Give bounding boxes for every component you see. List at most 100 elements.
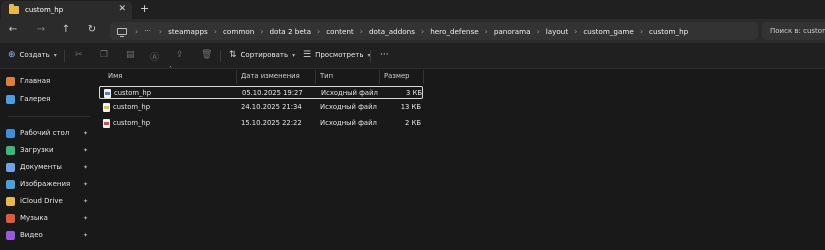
file-name: custom_hp bbox=[113, 119, 151, 127]
tab-custom-hp[interactable]: custom_hp ✕ bbox=[1, 1, 132, 19]
sort-label: Сортировать bbox=[240, 51, 289, 59]
close-icon[interactable]: ✕ bbox=[118, 4, 126, 14]
new-tab-button[interactable]: + bbox=[140, 2, 149, 15]
images-icon bbox=[6, 179, 15, 189]
breadcrumb-item[interactable]: custom_game bbox=[583, 27, 633, 36]
sidebar-item[interactable]: iCloud Drive ✦ bbox=[6, 194, 92, 208]
desktop-icon bbox=[6, 128, 15, 138]
sidebar-item-label: Галерея bbox=[20, 95, 51, 103]
sidebar-item[interactable]: Загрузки ✦ bbox=[6, 143, 92, 157]
file-name: custom_hp bbox=[113, 103, 151, 111]
breadcrumb-item[interactable]: common bbox=[223, 27, 254, 36]
music-icon bbox=[6, 213, 15, 223]
column-header-type[interactable]: Тип bbox=[320, 70, 333, 82]
more-crumbs-button[interactable]: ··· bbox=[144, 27, 151, 35]
toolbar-divider bbox=[64, 50, 65, 62]
sidebar-item-label: Изображения bbox=[20, 180, 71, 188]
cut-icon[interactable]: ✂ bbox=[75, 50, 83, 60]
breadcrumb-item[interactable]: hero_defense bbox=[430, 27, 478, 36]
sort-button[interactable]: ⇅ Сортировать ▾ bbox=[229, 50, 295, 60]
folder-icon bbox=[9, 4, 19, 14]
refresh-button[interactable]: ↻ bbox=[85, 24, 99, 35]
sidebar-item[interactable]: Рабочий стол ✦ bbox=[6, 126, 92, 140]
file-size: 2 КБ bbox=[405, 119, 421, 127]
column-divider[interactable] bbox=[315, 70, 316, 84]
share-icon[interactable]: ⇪ bbox=[176, 50, 184, 60]
column-header-modified[interactable]: Дата изменения bbox=[241, 70, 300, 82]
search-input[interactable]: Поиск в: custom_hp bbox=[762, 22, 825, 40]
column-header-name[interactable]: Имя bbox=[108, 70, 122, 82]
view-button[interactable]: ☰ Просмотреть ▾ bbox=[303, 50, 371, 60]
breadcrumb-item[interactable]: steamapps bbox=[168, 27, 208, 36]
address-bar[interactable]: › ··· › steamapps › common › dota 2 beta › con… bbox=[110, 22, 758, 40]
computer-icon bbox=[117, 27, 127, 37]
file-row[interactable]: custom_hp 15.10.2025 22:22 Исходный файл .… bbox=[99, 117, 423, 130]
chevron-right-icon: › bbox=[484, 26, 488, 36]
sidebar-item-label: Видео bbox=[20, 231, 43, 239]
breadcrumb-item[interactable]: content bbox=[326, 27, 354, 36]
column-divider[interactable] bbox=[379, 70, 380, 84]
chevron-right-icon: › bbox=[536, 26, 540, 36]
file-row[interactable]: custom_hp 24.10.2025 21:34 Исходный файл J… bbox=[99, 101, 423, 114]
video-icon bbox=[6, 230, 15, 240]
pin-icon[interactable]: ✦ bbox=[83, 130, 88, 137]
sidebar-item-label: iCloud Drive bbox=[20, 197, 63, 205]
pin-icon[interactable]: ✦ bbox=[83, 232, 88, 239]
file-row[interactable]: custom_hp 05.10.2025 19:27 Исходный файл .… bbox=[99, 86, 423, 99]
sidebar-item-label: Главная bbox=[20, 77, 51, 85]
breadcrumb-item[interactable]: dota_addons bbox=[369, 27, 415, 36]
sidebar-item-label: Музыка bbox=[20, 214, 48, 222]
chevron-right-icon: › bbox=[158, 26, 163, 36]
file-icon bbox=[103, 103, 110, 112]
column-divider[interactable] bbox=[423, 70, 424, 84]
view-icon: ☰ bbox=[303, 50, 312, 60]
toolbar-divider bbox=[220, 50, 221, 62]
breadcrumb: steamapps › common › dota 2 beta › content › dot… bbox=[168, 27, 688, 36]
chevron-right-icon: › bbox=[359, 26, 363, 36]
breadcrumb-item[interactable]: panorama bbox=[494, 27, 531, 36]
breadcrumb-item[interactable]: custom_hp bbox=[649, 27, 688, 36]
chevron-right-icon: › bbox=[135, 26, 139, 36]
sidebar-item[interactable]: Галерея bbox=[6, 92, 92, 106]
sidebar-item[interactable]: Документы ✦ bbox=[6, 160, 92, 174]
breadcrumb-item[interactable]: layout bbox=[546, 27, 568, 36]
downloads-icon bbox=[6, 145, 15, 155]
breadcrumb-item[interactable]: dota 2 beta bbox=[269, 27, 311, 36]
copy-icon[interactable]: ❐ bbox=[100, 50, 108, 60]
create-label: Создать bbox=[19, 51, 50, 59]
pin-icon[interactable]: ✦ bbox=[83, 198, 88, 205]
pin-icon[interactable]: ✦ bbox=[83, 164, 88, 171]
chevron-right-icon: › bbox=[260, 26, 264, 36]
chevron-right-icon: › bbox=[420, 26, 425, 36]
sidebar-item[interactable]: Видео ✦ bbox=[6, 228, 92, 242]
file-type: Исходный файл ... bbox=[321, 89, 379, 97]
paste-icon[interactable]: ▤ bbox=[126, 50, 135, 60]
pin-icon[interactable]: ✦ bbox=[83, 181, 88, 188]
navigation-pane: Главная Галерея Рабочий стол ✦ Загрузки ✦ Доку… bbox=[0, 70, 95, 250]
chevron-down-icon: ▾ bbox=[53, 51, 57, 59]
more-options-button[interactable]: ··· bbox=[380, 50, 389, 60]
file-modified: 24.10.2025 21:34 bbox=[241, 103, 302, 111]
gallery-icon bbox=[6, 94, 15, 104]
chevron-right-icon: › bbox=[213, 26, 217, 36]
pin-icon[interactable]: ✦ bbox=[83, 215, 88, 222]
sort-ascending-icon: ˄ bbox=[169, 66, 172, 73]
sidebar-item[interactable]: Изображения ✦ bbox=[6, 177, 92, 191]
file-icon bbox=[103, 119, 110, 128]
sort-icon: ⇅ bbox=[229, 50, 237, 60]
forward-button[interactable]: → bbox=[34, 24, 48, 35]
icloud-icon bbox=[6, 196, 15, 206]
chevron-right-icon: › bbox=[574, 26, 578, 36]
up-button[interactable]: ↑ bbox=[59, 24, 73, 35]
create-button[interactable]: ⊕ Создать ▾ bbox=[8, 50, 57, 60]
pin-icon[interactable]: ✦ bbox=[83, 147, 88, 154]
sidebar-item[interactable]: Музыка ✦ bbox=[6, 211, 92, 225]
column-header-size[interactable]: Размер bbox=[384, 70, 410, 82]
rename-icon[interactable]: Ⓐ bbox=[150, 50, 159, 63]
delete-icon[interactable]: 🗑 bbox=[201, 50, 212, 60]
toolbar-divider bbox=[370, 50, 371, 62]
sidebar-item[interactable]: Главная bbox=[6, 74, 92, 88]
column-divider[interactable] bbox=[236, 70, 237, 84]
back-button[interactable]: ← bbox=[6, 24, 20, 35]
plus-icon: ⊕ bbox=[8, 50, 16, 60]
